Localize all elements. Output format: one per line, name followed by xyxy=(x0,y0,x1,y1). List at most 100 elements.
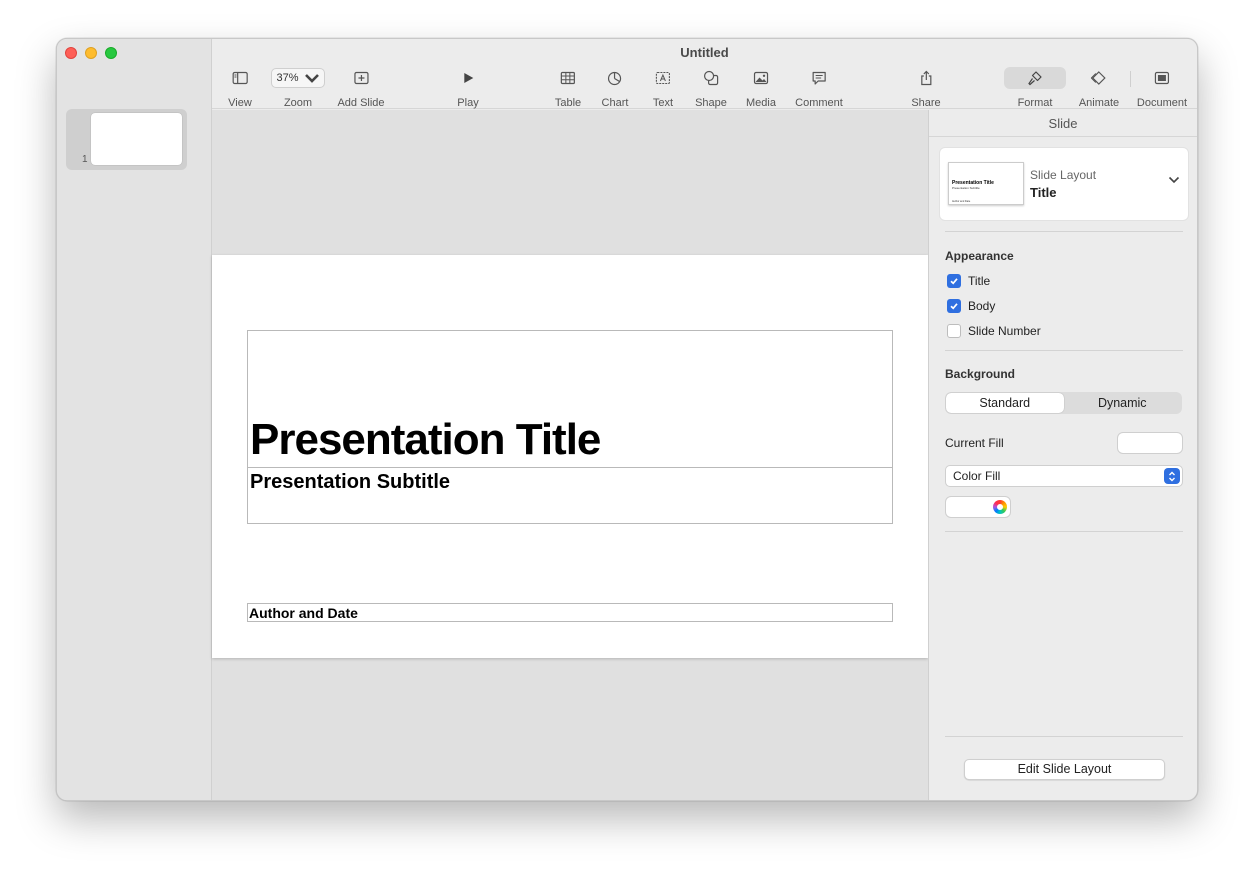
layout-thumbnail: Presentation Title Presentation Subtitle… xyxy=(948,162,1024,205)
add-slide-button[interactable]: Add Slide xyxy=(337,67,385,109)
current-fill-label: Current Fill xyxy=(945,436,1004,450)
comment-button[interactable]: Comment xyxy=(795,67,843,109)
minimize-window-button[interactable] xyxy=(85,47,97,59)
toolbar: Untitled View 37% Zoom Add Slide Play Ta… xyxy=(212,39,1197,109)
zoom-control[interactable]: 37% Zoom xyxy=(271,67,325,109)
body-checkbox-row[interactable]: Body xyxy=(947,299,995,313)
current-fill-swatch[interactable] xyxy=(1117,432,1183,454)
body-checkbox[interactable] xyxy=(947,299,961,313)
animate-icon xyxy=(1090,71,1106,85)
fill-type-select[interactable]: Color Fill xyxy=(945,465,1183,487)
slide-layout-picker[interactable]: Presentation Title Presentation Subtitle… xyxy=(939,147,1189,221)
title-checkbox[interactable] xyxy=(947,274,961,288)
chevron-down-icon xyxy=(304,74,319,83)
chart-button[interactable]: Chart xyxy=(601,67,629,109)
inspector-header: Slide xyxy=(929,110,1197,137)
body-checkbox-label: Body xyxy=(968,299,996,313)
background-segmented-control[interactable]: Standard Dynamic xyxy=(945,392,1182,414)
shape-button[interactable]: Shape xyxy=(695,67,727,109)
toolbar-separator xyxy=(1130,71,1131,87)
share-button[interactable]: Share xyxy=(911,67,941,109)
format-inspector: Slide Presentation Title Presentation Su… xyxy=(928,110,1197,800)
document-button[interactable]: Document xyxy=(1137,67,1187,109)
table-label: Table xyxy=(554,97,582,109)
slide-thumbnail-selected[interactable]: 1 xyxy=(66,109,187,170)
shape-label: Shape xyxy=(695,97,727,109)
comment-icon xyxy=(812,71,826,85)
share-label: Share xyxy=(911,97,941,109)
animate-label: Animate xyxy=(1078,97,1120,109)
slide-canvas[interactable]: Presentation Title Presentation Subtitle… xyxy=(212,110,928,800)
pie-chart-icon xyxy=(608,71,622,86)
zoom-label: Zoom xyxy=(283,97,313,109)
sidebar-icon xyxy=(232,71,248,85)
slide-number-checkbox[interactable] xyxy=(947,324,961,338)
slide-number-checkbox-row[interactable]: Slide Number xyxy=(947,324,1041,338)
format-label: Format xyxy=(1017,97,1053,109)
fill-type-value: Color Fill xyxy=(953,469,1001,483)
text-button[interactable]: Text xyxy=(653,67,673,109)
table-icon xyxy=(560,71,576,85)
slide-author-date[interactable]: Author and Date xyxy=(249,605,358,621)
view-label: View xyxy=(228,97,252,109)
chevron-down-icon[interactable] xyxy=(1168,176,1180,184)
standard-segment[interactable]: Standard xyxy=(946,393,1064,413)
keynote-window: 1 Untitled View 37% Zoom Add Slide Play … xyxy=(56,38,1198,801)
layout-thumbnail-subtitle: Presentation Subtitle xyxy=(952,186,980,190)
slide-number: 1 xyxy=(82,154,88,165)
play-icon xyxy=(464,73,473,83)
chart-label: Chart xyxy=(601,97,629,109)
window-controls xyxy=(65,47,117,59)
document-label: Document xyxy=(1136,97,1188,109)
add-slide-label: Add Slide xyxy=(337,97,385,109)
document-icon xyxy=(1154,71,1170,85)
layout-thumbnail-author: Author and Date xyxy=(952,200,971,203)
text-label: Text xyxy=(652,97,674,109)
play-button[interactable]: Play xyxy=(457,67,479,109)
close-window-button[interactable] xyxy=(65,47,77,59)
appearance-heading: Appearance xyxy=(945,249,1014,263)
zoom-dropdown[interactable]: 37% xyxy=(271,68,325,88)
divider xyxy=(945,350,1183,351)
author-placeholder[interactable]: Author and Date xyxy=(247,603,893,622)
photo-icon xyxy=(753,71,769,85)
table-button[interactable]: Table xyxy=(555,67,581,109)
add-slide-icon xyxy=(353,71,369,85)
slide-subtitle[interactable]: Presentation Subtitle xyxy=(250,471,450,494)
current-slide[interactable]: Presentation Title Presentation Subtitle… xyxy=(212,255,928,658)
media-button[interactable]: Media xyxy=(746,67,776,109)
title-placeholder[interactable]: Presentation Title xyxy=(247,330,893,468)
slide-navigator: 1 xyxy=(57,39,212,800)
format-button[interactable]: Format xyxy=(1004,67,1066,109)
divider xyxy=(945,531,1183,532)
slide-title[interactable]: Presentation Title xyxy=(250,415,601,465)
view-button[interactable]: View xyxy=(228,67,252,109)
text-box-icon xyxy=(655,71,671,85)
media-label: Media xyxy=(746,97,776,109)
dynamic-segment[interactable]: Dynamic xyxy=(1064,393,1182,413)
divider xyxy=(945,736,1183,737)
slide-number-checkbox-label: Slide Number xyxy=(968,324,1041,338)
edit-slide-layout-button[interactable]: Edit Slide Layout xyxy=(964,759,1165,780)
slide-layout-value: Title xyxy=(1030,185,1057,200)
maximize-window-button[interactable] xyxy=(105,47,117,59)
background-heading: Background xyxy=(945,367,1016,381)
subtitle-placeholder[interactable]: Presentation Subtitle xyxy=(247,467,893,524)
checkmark-icon xyxy=(950,303,958,310)
slide-thumbnail-image[interactable] xyxy=(91,113,182,165)
checkmark-icon xyxy=(950,278,958,285)
slide-layout-label: Slide Layout xyxy=(1030,168,1097,182)
up-down-arrows-icon xyxy=(1164,468,1180,484)
zoom-value: 37% xyxy=(276,72,299,84)
animate-button[interactable]: Animate xyxy=(1079,67,1119,109)
play-label: Play xyxy=(457,97,479,109)
window-title: Untitled xyxy=(680,45,729,60)
comment-label: Comment xyxy=(795,97,843,109)
share-icon xyxy=(920,70,932,86)
divider xyxy=(945,231,1183,232)
color-wheel-icon[interactable] xyxy=(993,500,1007,514)
shape-icon xyxy=(703,70,719,86)
title-checkbox-label: Title xyxy=(968,274,991,288)
color-well[interactable] xyxy=(945,496,1011,518)
title-checkbox-row[interactable]: Title xyxy=(947,274,990,288)
